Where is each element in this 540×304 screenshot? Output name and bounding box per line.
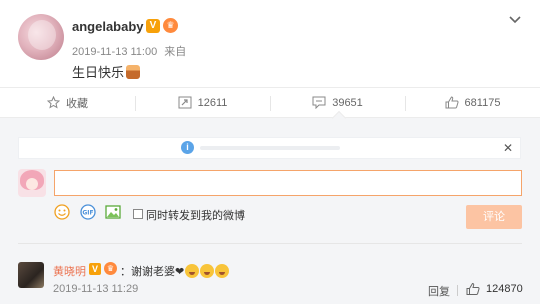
weibo-post: angelababy V ♛ 2019-11-13 11:00 来自 生日快乐 [0, 0, 540, 87]
comment-timestamp: 2019-11-13 11:29 [53, 283, 139, 295]
favorite-button[interactable]: 收藏 [0, 88, 135, 117]
chevron-down-icon[interactable] [508, 13, 522, 27]
thumbs-up-icon [445, 96, 459, 109]
comment-body: 谢谢老婆 [131, 266, 175, 278]
repost-checkbox[interactable] [133, 209, 143, 219]
comment-like-count: 124870 [486, 283, 523, 295]
post-source: 来自 [164, 46, 187, 58]
notice-text-placeholder [200, 146, 340, 150]
action-separator [457, 285, 458, 296]
star-icon [47, 96, 60, 109]
thumbs-up-icon[interactable] [466, 282, 480, 296]
submit-comment-button[interactable]: 评论 [466, 205, 522, 229]
repost-count: 12611 [197, 96, 228, 109]
info-icon: i [181, 141, 194, 154]
post-timestamp[interactable]: 2019-11-13 11:00 [72, 46, 157, 58]
comment-count: 39651 [332, 96, 363, 109]
repost-icon [178, 96, 192, 109]
post-action-bar: 收藏 12611 39651 681175 [0, 87, 540, 118]
post-content: 生日快乐 [72, 62, 141, 81]
picture-icon[interactable] [105, 204, 121, 220]
comment-author-name[interactable]: 黄晓明 [53, 263, 86, 279]
like-button[interactable]: 681175 [405, 88, 540, 117]
favorite-label: 收藏 [66, 97, 88, 110]
gif-icon[interactable]: GIF [80, 204, 96, 220]
comment-text: ：谢谢老婆❤ [120, 263, 230, 279]
smile-face-icon [215, 264, 230, 278]
repost-button[interactable]: 12611 [135, 88, 270, 117]
post-meta: 2019-11-13 11:00 来自 [72, 43, 186, 59]
current-user-avatar [18, 169, 46, 197]
author-avatar[interactable] [18, 14, 64, 60]
reply-button[interactable]: 回复 [428, 283, 450, 299]
vip-crown-icon: ♛ [163, 18, 178, 33]
close-icon[interactable]: ✕ [503, 141, 513, 155]
verified-badge-icon: V [146, 19, 160, 33]
comment-separator: ： [120, 266, 131, 278]
repost-checkbox-label[interactable]: 同时转发到我的微博 [146, 207, 245, 223]
author-name[interactable]: angelababy [72, 19, 144, 34]
post-text: 生日快乐 [72, 65, 125, 80]
cake-icon [126, 65, 141, 79]
comment-input[interactable] [54, 170, 522, 196]
comment-author-avatar[interactable] [18, 262, 44, 288]
verified-badge-icon: V [89, 263, 101, 275]
comment-divider [18, 243, 522, 244]
heart-icon: ❤ [175, 266, 185, 278]
emoji-icon[interactable] [54, 204, 70, 220]
like-count: 681175 [464, 96, 501, 109]
comment-icon [312, 96, 326, 109]
smile-face-icon [185, 264, 200, 278]
svg-text:GIF: GIF [82, 210, 93, 217]
vip-crown-icon: ♛ [104, 262, 117, 275]
smile-face-icon [200, 264, 215, 278]
